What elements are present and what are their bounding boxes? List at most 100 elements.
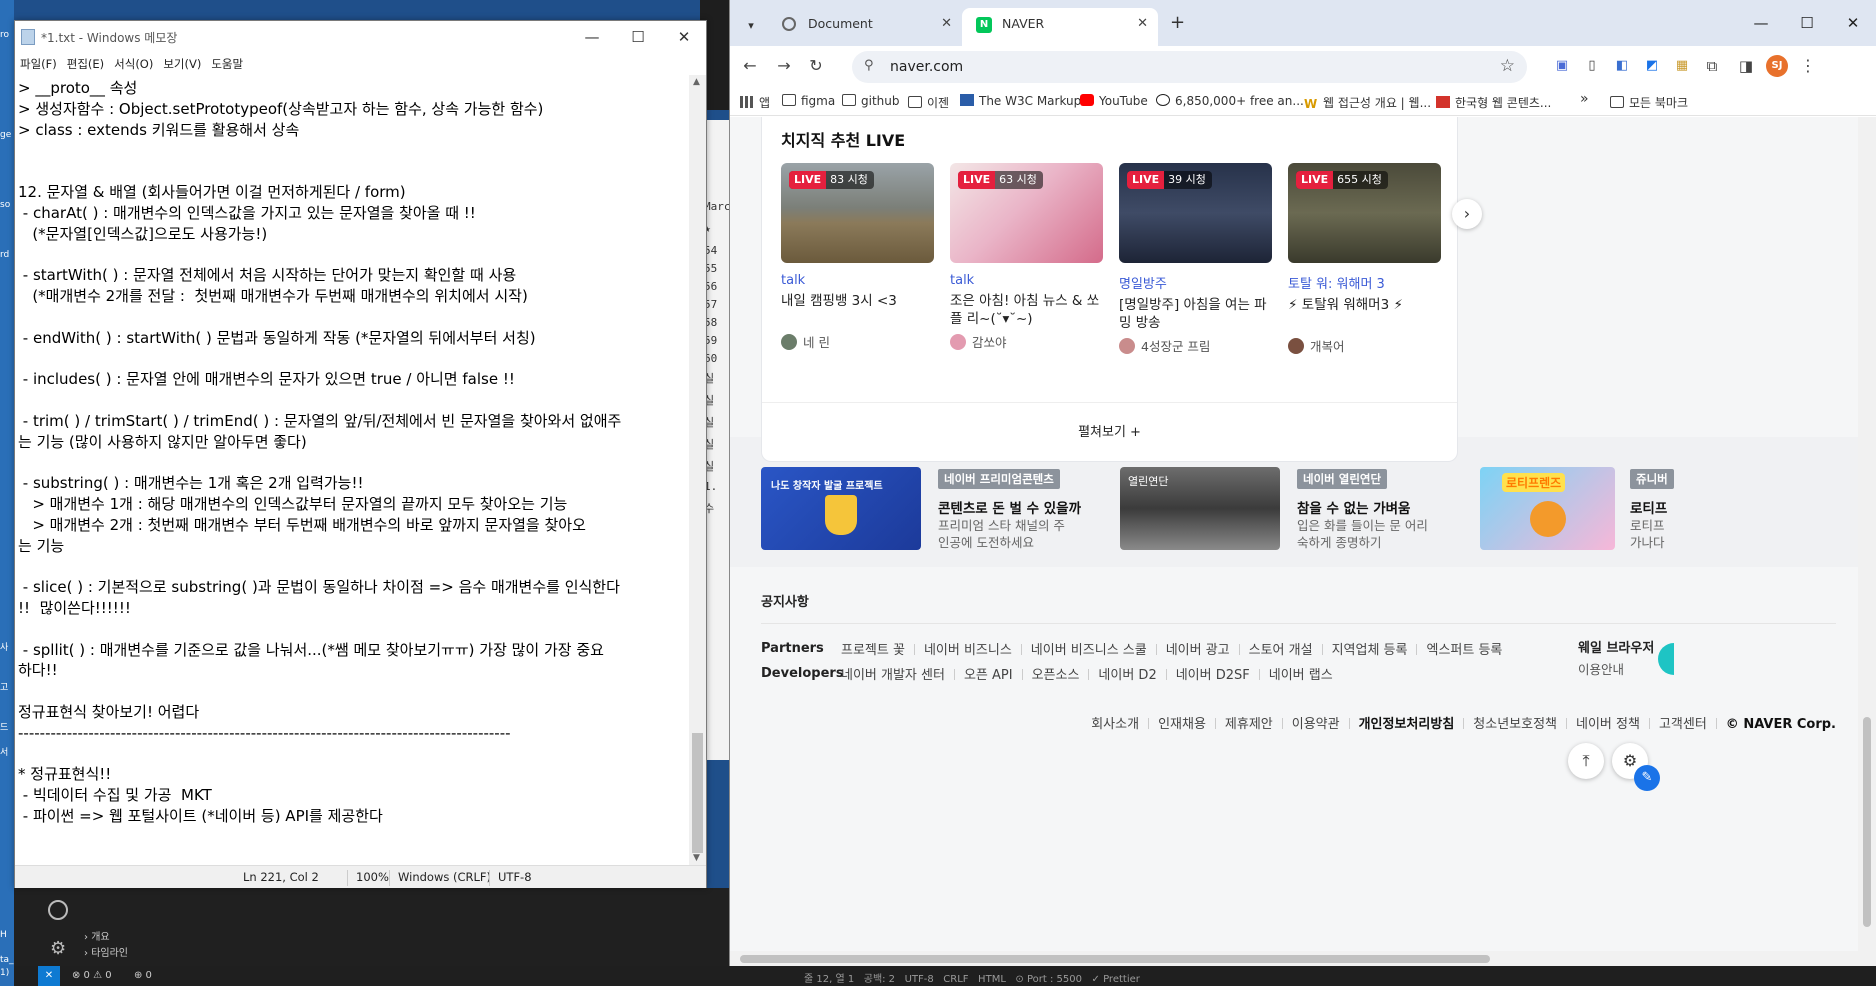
maximize-button[interactable]: ☐ bbox=[1784, 8, 1830, 38]
footer-link[interactable]: 고객센터 bbox=[1659, 717, 1707, 732]
page-vertical-scrollbar[interactable] bbox=[1858, 117, 1876, 951]
editor-status-items[interactable]: 줄 12, 열 1 공백: 2 UTF-8 CRLF HTML ⊙ Port :… bbox=[804, 970, 1140, 985]
menu-help[interactable]: 도움말 bbox=[206, 53, 248, 72]
footer-link[interactable]: 네이버 랩스 bbox=[1269, 664, 1333, 683]
address-bar[interactable]: ⚲ naver.com ☆ bbox=[852, 51, 1527, 83]
footer-link[interactable]: 네이버 개발자 센터 bbox=[841, 664, 945, 683]
vertical-scrollbar[interactable]: ▲ ▼ bbox=[689, 75, 706, 865]
streamer[interactable]: 4성장군 프림 bbox=[1119, 336, 1272, 355]
close-tab-icon[interactable]: ✕ bbox=[1137, 8, 1148, 40]
menu-file[interactable]: 파일(F) bbox=[15, 53, 62, 72]
stream-thumbnail[interactable]: LIVE 83 시청 bbox=[781, 163, 934, 263]
live-stream-item[interactable]: LIVE 63 시청 talk 조은 아침! 아침 뉴스 & 쏘플 리~(˘▾˘~) 감… bbox=[950, 163, 1103, 351]
scroll-down-icon[interactable]: ▼ bbox=[693, 853, 700, 863]
footer-link[interactable]: 오픈소스 bbox=[1032, 664, 1080, 683]
live-stream-item[interactable]: LIVE 83 시청 talk 내일 캠핑뱅 3시 <3 네 린 bbox=[781, 163, 934, 351]
desktop-icon-label[interactable]: 고 bbox=[0, 680, 14, 693]
desktop-icon-label[interactable]: ta_C bbox=[0, 955, 14, 965]
new-tab-plus-icon[interactable]: + bbox=[1170, 12, 1185, 33]
close-button[interactable]: ✕ bbox=[1830, 8, 1876, 38]
whale-browser-link[interactable]: 웨일 브라우저 bbox=[1578, 637, 1654, 656]
footer-link[interactable]: 네이버 광고 bbox=[1166, 639, 1230, 658]
live-stream-item[interactable]: LIVE 655 시청 토탈 워: 워해머 3 ⚡ 토탈워 워해머3 ⚡ 개복어 bbox=[1288, 163, 1441, 355]
bookmark-folder-figma[interactable]: figma bbox=[782, 94, 835, 108]
edit-pen-icon[interactable]: ✎ bbox=[1634, 765, 1660, 791]
footer-link[interactable]: 청소년보호정책 bbox=[1473, 717, 1557, 732]
footer-link[interactable]: 개인정보처리방침 bbox=[1359, 717, 1455, 732]
menu-edit[interactable]: 편집(E) bbox=[62, 53, 109, 72]
outline-section[interactable]: › 개요 bbox=[84, 928, 110, 943]
more-bookmarks-chevron-icon[interactable]: » bbox=[1580, 91, 1589, 107]
minimize-button[interactable]: — bbox=[1738, 8, 1784, 38]
streamer[interactable]: 네 린 bbox=[781, 332, 934, 351]
back-arrow-icon[interactable]: ← bbox=[738, 54, 762, 78]
maximize-button[interactable]: ☐ bbox=[615, 21, 661, 53]
close-tab-icon[interactable]: ✕ bbox=[941, 8, 952, 40]
desktop-icon-label[interactable]: 1) bbox=[0, 968, 14, 978]
text-editor-area[interactable]: > __proto__ 속성 > 생성자함수 : Object.setProtot… bbox=[15, 75, 689, 865]
extension-icon[interactable]: ▦ bbox=[1670, 54, 1694, 78]
footer-link[interactable]: 네이버 정책 bbox=[1576, 717, 1640, 732]
footer-link[interactable]: 스토어 개설 bbox=[1249, 639, 1313, 658]
bookmark-folder-github[interactable]: github bbox=[842, 94, 899, 108]
footer-link[interactable]: 네이버 D2SF bbox=[1176, 664, 1250, 683]
forward-arrow-icon[interactable]: → bbox=[772, 54, 796, 78]
close-button[interactable]: ✕ bbox=[661, 21, 707, 53]
extension-icon[interactable]: ▣ bbox=[1550, 54, 1574, 78]
footer-link[interactable]: 네이버 비즈니스 스쿨 bbox=[1031, 639, 1147, 658]
footer-link[interactable]: 네이버 D2 bbox=[1098, 664, 1156, 683]
scrollbar-thumb[interactable] bbox=[740, 955, 1490, 963]
extension-icon[interactable]: ◩ bbox=[1640, 54, 1664, 78]
account-icon[interactable] bbox=[48, 900, 68, 920]
desktop-icon-label[interactable]: ro bbox=[0, 30, 14, 40]
scrollbar-thumb[interactable] bbox=[1863, 717, 1871, 927]
scroll-to-top-icon[interactable]: ⤒ bbox=[1568, 743, 1604, 779]
stream-thumbnail[interactable]: LIVE 39 시청 bbox=[1119, 163, 1272, 263]
stream-title[interactable]: ⚡ 토탈워 워해머3 ⚡ bbox=[1288, 296, 1441, 332]
streamer[interactable]: 개복어 bbox=[1288, 336, 1441, 355]
bookmark-web-accessibility[interactable]: W 웹 접근성 개요 | 웹... bbox=[1304, 94, 1431, 111]
stream-thumbnail[interactable]: LIVE 63 시청 bbox=[950, 163, 1103, 263]
footer-link[interactable]: 프로젝트 꽃 bbox=[841, 639, 905, 658]
extensions-puzzle-icon[interactable]: ⧉ bbox=[1700, 54, 1724, 78]
extension-icon[interactable]: ◧ bbox=[1610, 54, 1634, 78]
footer-link[interactable]: 인재채용 bbox=[1158, 717, 1206, 732]
desktop-icon-label[interactable]: 서 bbox=[0, 745, 14, 758]
bookmark-free-icons[interactable]: 6,850,000+ free an... bbox=[1156, 94, 1304, 108]
notepad-titlebar[interactable]: *1.txt - Windows 메모장 — ☐ ✕ bbox=[15, 21, 706, 53]
notice-heading[interactable]: 공지사항 bbox=[761, 591, 809, 610]
footer-link[interactable]: 제휴제안 bbox=[1225, 717, 1273, 732]
desktop-icon-label[interactable]: 드 bbox=[0, 720, 14, 733]
scroll-up-icon[interactable]: ▲ bbox=[693, 77, 700, 87]
desktop-icon-label[interactable]: H bbox=[0, 930, 14, 940]
menu-format[interactable]: 서식(O) bbox=[109, 53, 158, 72]
tab-document[interactable]: Document ✕ bbox=[768, 8, 962, 46]
next-arrow-icon[interactable]: › bbox=[1452, 199, 1482, 229]
page-horizontal-scrollbar[interactable] bbox=[730, 951, 1876, 966]
bookmark-star-icon[interactable]: ☆ bbox=[1500, 56, 1515, 76]
stream-title[interactable]: 조은 아침! 아침 뉴스 & 쏘플 리~(˘▾˘~) bbox=[950, 292, 1103, 328]
profile-avatar[interactable]: SJ bbox=[1766, 55, 1788, 77]
stream-category[interactable]: talk bbox=[950, 273, 1103, 288]
whale-guide-link[interactable]: 이용안내 bbox=[1578, 659, 1624, 678]
tab-search-chevron-down-icon[interactable]: ▾ bbox=[738, 13, 764, 39]
bookmark-folder-ijen[interactable]: 이젠 bbox=[908, 94, 949, 111]
problems-indicator[interactable]: ⊗ 0 ⚠ 0 bbox=[72, 970, 112, 981]
reload-icon[interactable]: ↻ bbox=[804, 54, 828, 78]
footer-link[interactable]: 엑스퍼트 등록 bbox=[1426, 639, 1502, 658]
bookmark-apps[interactable]: 앱 bbox=[740, 94, 770, 111]
side-panel-icon[interactable]: ◨ bbox=[1734, 54, 1758, 78]
site-info-icon[interactable]: ⚲ bbox=[864, 58, 874, 73]
menu-view[interactable]: 보기(V) bbox=[158, 53, 206, 72]
timeline-section[interactable]: › 타임라인 bbox=[84, 944, 128, 959]
ports-indicator[interactable]: ⊕ 0 bbox=[134, 970, 152, 981]
settings-gear-icon[interactable]: ⚙ bbox=[50, 938, 66, 959]
desktop-icon-label[interactable]: 사 bbox=[0, 640, 14, 653]
minimize-button[interactable]: — bbox=[569, 21, 615, 53]
footer-link[interactable]: 회사소개 bbox=[1091, 717, 1139, 732]
scrollbar-thumb[interactable] bbox=[692, 733, 703, 853]
desktop-icon-label[interactable]: ge bbox=[0, 130, 14, 140]
stream-category[interactable]: talk bbox=[781, 273, 934, 288]
bookmark-w3c[interactable]: The W3C Markup... bbox=[960, 94, 1093, 108]
footer-link[interactable]: 네이버 비즈니스 bbox=[924, 639, 1012, 658]
